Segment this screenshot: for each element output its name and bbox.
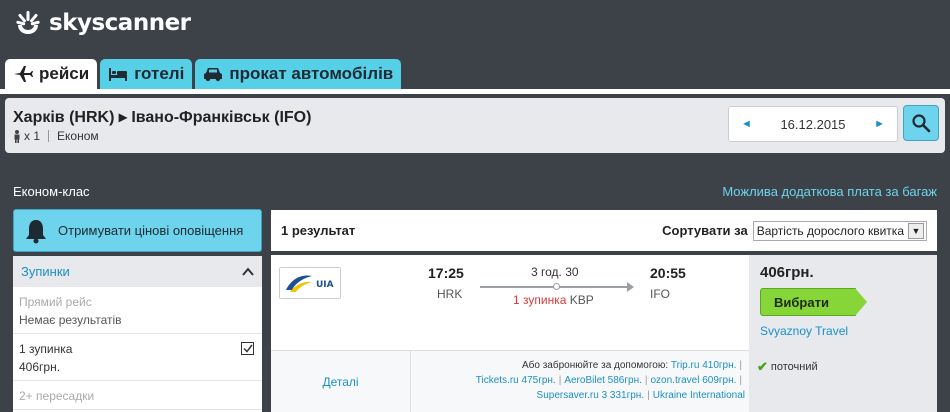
plane-icon <box>14 66 33 82</box>
baggage-fee-link[interactable]: Можлива додаткова плата за багаж <box>722 184 937 199</box>
agent-divider: | <box>644 375 648 386</box>
sort-selected-value: Вартість дорослого квитка <box>756 223 904 238</box>
price-alert-button[interactable]: Отримувати цінові оповіщення <box>13 209 262 252</box>
cabin-class-heading: Економ-клас <box>13 184 90 199</box>
tab-car-hire[interactable]: прокат автомобілів <box>195 59 402 89</box>
checkmark-icon <box>242 344 253 353</box>
prev-date-arrow-icon[interactable]: ◄ <box>741 118 752 130</box>
select-flight-button[interactable]: Вибрати <box>760 288 867 316</box>
tab-flights-label: рейси <box>39 64 90 83</box>
stops-count: 1 зупинка <box>513 293 567 307</box>
filter-option-two-plus: 2+ пересадки <box>13 381 262 410</box>
meta-divider <box>48 130 50 142</box>
brand-name: skyscanner <box>49 10 191 36</box>
stops-filter-title: Зупинки <box>21 264 70 279</box>
sort-control: Сортувати за Вартість дорослого квитка ▼ <box>662 220 927 241</box>
agent-link[interactable]: Trip.ru 410грн. <box>671 360 737 371</box>
tab-car-hire-label: прокат автомобілів <box>229 64 394 83</box>
current-label: поточний <box>770 361 818 373</box>
stops-filter-header[interactable]: Зупинки <box>13 256 262 287</box>
stops-info: 1 зупинка KBP <box>513 293 594 307</box>
bell-icon-wrap <box>14 210 58 251</box>
filter-option-sub: 406грн. <box>19 360 61 374</box>
arrival-airport: IFO <box>650 287 670 301</box>
agent-link[interactable]: Ukraine International <box>653 390 745 401</box>
current-indicator: ✔ поточний <box>757 359 818 375</box>
price-box: 406грн. Вибрати Svyaznoy Travel ✔ поточн… <box>749 255 937 412</box>
product-tabs: рейси готелі прокат автомобілів <box>5 59 402 89</box>
results-count: 1 результат <box>281 223 356 238</box>
skyscanner-logo[interactable]: skyscanner <box>8 8 191 38</box>
book-with-label: Або забронюйте за допомогою: <box>521 360 669 371</box>
search-meta: x 1 Економ <box>13 129 99 143</box>
sunburst-logo-icon <box>16 11 40 34</box>
stop-dot <box>553 283 560 290</box>
results-header: 1 результат Сортувати за Вартість доросл… <box>271 210 937 251</box>
agent-link[interactable]: AeroBilet 586грн. <box>564 375 642 386</box>
sort-select[interactable]: Вартість дорослого квитка ▼ <box>752 220 927 241</box>
agent-link[interactable]: Supersaver.ru 3 331грн. <box>537 390 645 401</box>
airline-logo: UIA <box>279 267 341 299</box>
tab-hotels-label: готелі <box>134 64 185 83</box>
chevron-down-icon: ▼ <box>908 222 924 239</box>
chevron-up-icon <box>242 266 254 276</box>
tab-flights[interactable]: рейси <box>5 59 98 89</box>
stops-filter: Зупинки Прямий рейс Немає результатів 1 … <box>13 256 262 412</box>
agent-link[interactable]: Tickets.ru 475грн. <box>476 375 556 386</box>
agent-divider: | <box>739 375 742 386</box>
bed-icon <box>109 68 128 81</box>
car-icon <box>204 68 223 82</box>
other-agents: Або забронюйте за допомогою: Trip.ru 410… <box>417 358 745 403</box>
flight-price: 406грн. <box>760 264 814 281</box>
flight-info: UIA 17:25 HRK 3 год. 30 1 зупинка KBP 20… <box>271 255 749 412</box>
agent-divider: | <box>647 390 650 401</box>
card-footer: Деталі Або забронюйте за допомогою: Trip… <box>271 350 749 412</box>
magnifier-icon <box>912 114 931 133</box>
price-alert-label: Отримувати цінові оповіщення <box>58 223 244 238</box>
check-icon: ✔ <box>757 359 768 374</box>
filter-option-name: 1 зупинка <box>19 342 73 356</box>
agent-link[interactable]: ozon.travel 609грн. <box>651 375 737 386</box>
tab-underline <box>0 89 950 94</box>
next-date-arrow-icon[interactable]: ► <box>874 118 885 130</box>
flight-route-line <box>480 282 634 292</box>
filter-option-one-stop[interactable]: 1 зупинка 406грн. <box>13 334 262 381</box>
arrival-time: 20:55 <box>650 265 686 281</box>
agent-divider: | <box>558 375 562 386</box>
flight-duration: 3 год. 30 <box>531 265 579 279</box>
tab-hotels[interactable]: готелі <box>100 59 193 89</box>
filter-option-sub: Немає результатів <box>19 313 122 327</box>
filter-option-name: Прямий рейс <box>19 295 92 309</box>
departure-time: 17:25 <box>428 265 464 281</box>
agent-divider: | <box>739 360 742 371</box>
booking-agent-link[interactable]: Svyaznoy Travel <box>760 324 848 338</box>
airline-code-text: UIA <box>316 280 334 290</box>
departure-airport: HRK <box>437 287 463 301</box>
cabin-class: Економ <box>57 129 99 143</box>
date-picker[interactable]: ◄ 16.12.2015 ► <box>728 106 898 142</box>
details-link[interactable]: Деталі <box>271 351 411 412</box>
search-button[interactable] <box>903 105 939 141</box>
filter-option-name: 2+ пересадки <box>19 389 95 403</box>
route-title: Харків (HRK) ▸ Івано-Франківськ (IFO) <box>13 109 312 126</box>
filter-option-direct: Прямий рейс Немає результатів <box>13 287 262 334</box>
selected-date[interactable]: 16.12.2015 <box>780 117 845 132</box>
flight-result-card[interactable]: UIA 17:25 HRK 3 год. 30 1 зупинка KBP 20… <box>271 255 937 412</box>
passenger-count: x 1 <box>24 129 41 143</box>
sort-label: Сортувати за <box>662 223 748 238</box>
stop-airport: KBP <box>569 293 594 307</box>
person-icon <box>14 129 20 143</box>
bell-icon <box>26 219 46 243</box>
one-stop-checkbox[interactable] <box>241 342 254 355</box>
search-summary[interactable]: Харків (HRK) ▸ Івано-Франківськ (IFO) x … <box>5 98 945 153</box>
uia-logo-icon: UIA <box>286 275 334 292</box>
